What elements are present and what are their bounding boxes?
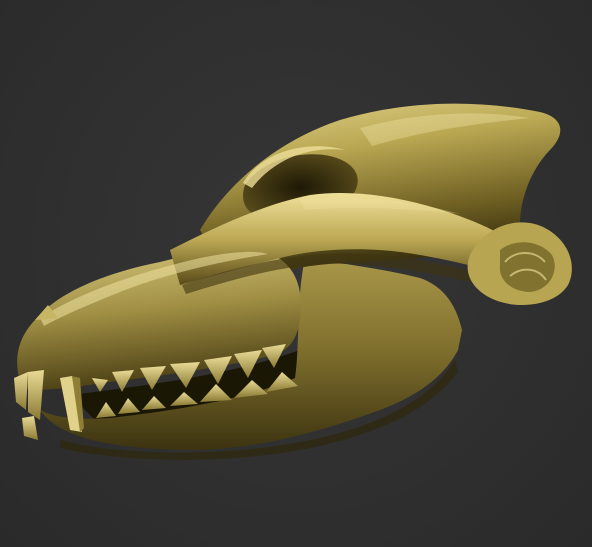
- sculpt-viewport[interactable]: [0, 0, 592, 547]
- skull-render: [14, 103, 572, 460]
